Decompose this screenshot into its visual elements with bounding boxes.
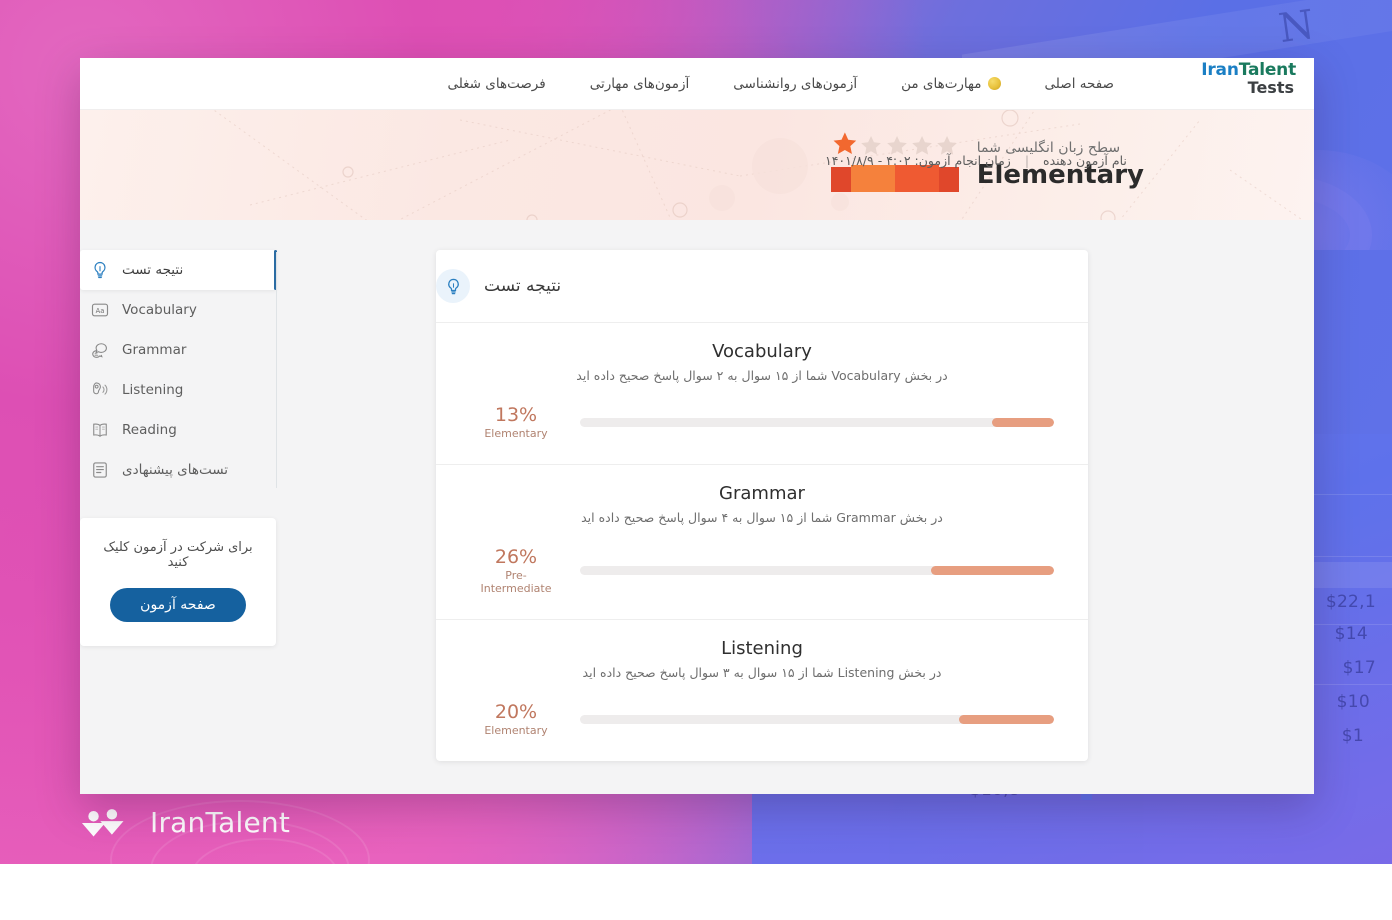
exam-cta-text: برای شرکت در آزمون کلیک کنید <box>92 540 264 570</box>
skill-progress-track <box>580 715 1054 724</box>
sidebar-item-vocabulary-label: Vocabulary <box>122 302 276 318</box>
test-result-card: نتیجه تست Vocabulary در بخش Vocabulary ش… <box>436 250 1088 761</box>
skill-score: 13% Elementary <box>470 405 562 440</box>
skill-progress-fill <box>931 566 1054 575</box>
app-window: IranTalent Tests صفحه اصلی مهارت‌های من … <box>80 58 1314 794</box>
sidebar: نتیجه تست Aa Vocabulary Grammar <box>80 250 276 794</box>
open-book-icon <box>90 420 110 440</box>
skill-section-listening: Listening در بخش Listening شما از ۱۵ سوا… <box>436 619 1088 761</box>
brand-iran-text: Iran <box>1201 60 1238 80</box>
sidebar-item-grammar[interactable]: Grammar <box>80 330 276 370</box>
skill-section-grammar: Grammar در بخش Grammar شما از ۱۵ سوال به… <box>436 464 1088 619</box>
footer-logo-text: IranTalent <box>150 806 290 839</box>
exam-time-value: ۴:۰۲ - ۱۴۰۱/۸/۹ <box>825 153 911 168</box>
nav-item-psychology-tests[interactable]: آزمون‌های روانشناسی <box>733 76 857 92</box>
footer-logo[interactable]: IranTalent <box>80 806 290 839</box>
skill-progress-track <box>580 418 1054 427</box>
nav-item-skill-tests[interactable]: آزمون‌های مهارتی <box>590 76 690 92</box>
sidebar-menu: نتیجه تست Aa Vocabulary Grammar <box>80 250 276 490</box>
svg-text:Aa: Aa <box>96 307 105 315</box>
sidebar-item-listening-label: Listening <box>122 382 276 398</box>
exam-page-button[interactable]: صفحه آزمون <box>110 588 246 622</box>
skill-level: Pre-Intermediate <box>470 569 562 595</box>
skill-description: در بخش Listening شما از ۱۵ سوال به ۳ سوا… <box>470 665 1054 680</box>
top-navigation-bar: IranTalent Tests صفحه اصلی مهارت‌های من … <box>80 58 1314 110</box>
brand-talent-text: Talent <box>1239 60 1296 80</box>
skill-progress-fill <box>959 715 1054 724</box>
skill-percent: 20% <box>470 702 562 724</box>
coin-icon <box>988 77 1001 90</box>
content-clip-edge <box>80 792 1314 794</box>
nav-item-home[interactable]: صفحه اصلی <box>1045 76 1114 92</box>
skill-description: در بخش Vocabulary شما از ۱۵ سوال به ۲ سو… <box>470 368 1054 383</box>
brand-tests-text: Tests <box>1201 80 1296 97</box>
two-people-icon <box>80 808 138 838</box>
page-content: نتیجه تست Aa Vocabulary Grammar <box>80 220 1314 794</box>
skill-name: Vocabulary <box>470 341 1054 362</box>
skill-percent: 13% <box>470 405 562 427</box>
lightbulb-icon <box>436 269 470 303</box>
sidebar-item-grammar-label: Grammar <box>122 342 276 358</box>
skill-section-vocabulary: Vocabulary در بخش Vocabulary شما از ۱۵ س… <box>436 322 1088 464</box>
sidebar-item-vocabulary[interactable]: Aa Vocabulary <box>80 290 276 330</box>
letters-aa-icon: Aa <box>90 300 110 320</box>
speech-bubbles-icon <box>90 340 110 360</box>
skill-name: Grammar <box>470 483 1054 504</box>
nav-item-psychology-tests-label: آزمون‌های روانشناسی <box>733 76 857 92</box>
exam-time-label: زمان انجام آزمون: <box>915 153 1011 168</box>
exam-taker-name: نام آزمون دهنده <box>1043 153 1127 168</box>
skill-score-row: 13% Elementary <box>470 405 1054 440</box>
brand-logo[interactable]: IranTalent Tests <box>1201 62 1296 97</box>
document-list-icon <box>90 460 110 480</box>
skill-score: 20% Elementary <box>470 702 562 737</box>
ear-headphone-icon <box>90 380 110 400</box>
sidebar-item-suggested-tests-label: تست‌های پیشنهادی <box>122 462 276 478</box>
skill-score-row: 20% Elementary <box>470 702 1054 737</box>
skill-score: 26% Pre-Intermediate <box>470 547 562 595</box>
test-result-card-title: نتیجه تست <box>484 276 561 296</box>
sidebar-item-test-result-label: نتیجه تست <box>122 262 276 278</box>
skill-description: در بخش Grammar شما از ۱۵ سوال به ۴ سوال … <box>470 510 1054 525</box>
skill-level: Elementary <box>470 427 562 440</box>
nav-item-my-skills[interactable]: مهارت‌های من <box>901 76 1000 92</box>
skill-progress-track <box>580 566 1054 575</box>
sidebar-item-test-result[interactable]: نتیجه تست <box>80 250 276 290</box>
backdrop-letter-n: N <box>1276 2 1317 52</box>
nav-item-home-label: صفحه اصلی <box>1045 76 1114 92</box>
sidebar-item-suggested-tests[interactable]: تست‌های پیشنهادی <box>80 450 276 490</box>
nav-item-skill-tests-label: آزمون‌های مهارتی <box>590 76 690 92</box>
nav-item-job-opportunities-label: فرصت‌های شغلی <box>447 76 545 92</box>
sidebar-item-reading-label: Reading <box>122 422 276 438</box>
skill-name: Listening <box>470 638 1054 659</box>
test-result-card-header: نتیجه تست <box>436 250 1088 322</box>
nav-item-job-opportunities[interactable]: فرصت‌های شغلی <box>447 76 545 92</box>
lightbulb-icon <box>90 260 110 280</box>
nav-item-my-skills-label: مهارت‌های من <box>901 76 981 92</box>
result-hero-banner: سطح زبان انگلیسی شما Elementary <box>80 110 1314 220</box>
skill-progress-fill <box>992 418 1054 427</box>
nav-links: صفحه اصلی مهارت‌های من آزمون‌های روانشنا… <box>447 76 1114 92</box>
ribbon-shape <box>831 163 959 197</box>
skill-score-row: 26% Pre-Intermediate <box>470 547 1054 595</box>
skill-level: Elementary <box>470 724 562 737</box>
sidebar-item-reading[interactable]: Reading <box>80 410 276 450</box>
exam-cta-card: برای شرکت در آزمون کلیک کنید صفحه آزمون <box>80 518 276 646</box>
main-column: نتیجه تست Vocabulary در بخش Vocabulary ش… <box>436 250 1088 794</box>
meta-separator: | <box>1025 153 1029 168</box>
sidebar-item-listening[interactable]: Listening <box>80 370 276 410</box>
skill-percent: 26% <box>470 547 562 569</box>
